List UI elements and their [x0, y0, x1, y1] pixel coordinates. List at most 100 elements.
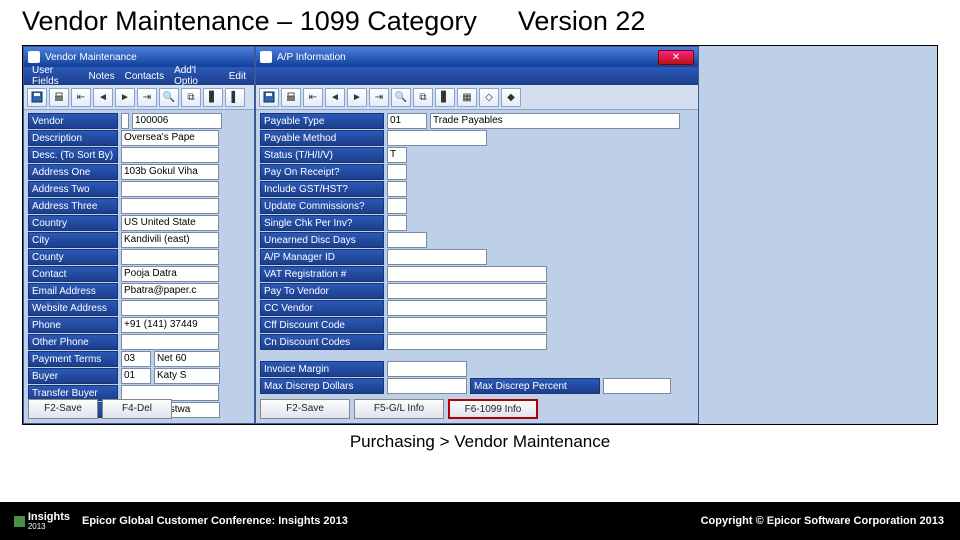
- vm-field[interactable]: Pbatra@paper.c: [121, 283, 219, 299]
- ap-field[interactable]: [387, 215, 407, 231]
- ap-col-icon[interactable]: ▋: [435, 88, 455, 107]
- vm-field[interactable]: Katy S: [154, 368, 220, 384]
- vm-field[interactable]: [121, 198, 219, 214]
- vm-menubar[interactable]: User Fields Notes Contacts Add'l Optio E…: [24, 67, 254, 85]
- conference-text: Epicor Global Customer Conference: Insig…: [70, 515, 701, 527]
- vm-field[interactable]: [121, 300, 219, 316]
- ap-field[interactable]: [387, 198, 407, 214]
- vm-titlebar[interactable]: Vendor Maintenance: [24, 47, 254, 67]
- f2-save-button-ap[interactable]: F2-Save: [260, 399, 350, 419]
- f5-gl-info-button[interactable]: F5-G/L Info: [354, 399, 444, 419]
- f2-save-button[interactable]: F2-Save: [28, 399, 98, 419]
- ap-field[interactable]: [387, 130, 487, 146]
- vm-label: Address Three: [28, 198, 118, 214]
- vm-label: County: [28, 249, 118, 265]
- menu-edit[interactable]: Edit: [225, 71, 250, 82]
- ap-last-icon[interactable]: ⇥: [369, 88, 389, 107]
- ap-field[interactable]: [603, 378, 671, 394]
- f4-del-button[interactable]: F4-Del: [102, 399, 172, 419]
- ap-label: Max Discrep Dollars: [260, 378, 384, 394]
- vm-field[interactable]: [121, 181, 219, 197]
- ap-copy-icon[interactable]: ⧉: [413, 88, 433, 107]
- menu-user-fields[interactable]: User Fields: [28, 65, 82, 87]
- ap-field[interactable]: [387, 378, 467, 394]
- ap-field[interactable]: [387, 334, 547, 350]
- close-icon[interactable]: ✕: [658, 50, 694, 65]
- logo-year: 2013: [28, 522, 70, 531]
- ap-titlebar[interactable]: A/P Information ✕: [256, 47, 698, 67]
- vm-field[interactable]: 01: [121, 368, 151, 384]
- search-icon[interactable]: 🔍: [159, 88, 179, 107]
- ap-first-icon[interactable]: ⇤: [303, 88, 323, 107]
- copy-icon[interactable]: ⧉: [181, 88, 201, 107]
- menu-addl-optio[interactable]: Add'l Optio: [170, 65, 223, 87]
- ap-search-icon[interactable]: 🔍: [391, 88, 411, 107]
- ap-field[interactable]: [387, 232, 427, 248]
- ap-field[interactable]: [387, 300, 547, 316]
- ap-field[interactable]: [387, 249, 487, 265]
- insights-logo: Insights 2013: [0, 511, 70, 531]
- vm-label: Contact: [28, 266, 118, 282]
- ap-prev-icon[interactable]: ◄: [325, 88, 345, 107]
- ap-save-icon[interactable]: [259, 88, 279, 107]
- ap-field[interactable]: [387, 164, 407, 180]
- vm-field[interactable]: 103b Gokul Viha: [121, 164, 219, 180]
- ap-label: Payable Type: [260, 113, 384, 129]
- vm-field[interactable]: US United State: [121, 215, 219, 231]
- ap-field[interactable]: [387, 181, 407, 197]
- ap-field[interactable]: [387, 266, 547, 282]
- ap-next-icon[interactable]: ►: [347, 88, 367, 107]
- last-icon[interactable]: ⇥: [137, 88, 157, 107]
- next-icon[interactable]: ►: [115, 88, 135, 107]
- vm-field[interactable]: [121, 147, 219, 163]
- ap-label: Cn Discount Codes: [260, 334, 384, 350]
- prev-icon[interactable]: ◄: [93, 88, 113, 107]
- vm-field[interactable]: +91 (141) 37449: [121, 317, 219, 333]
- ap-label: Cff Discount Code: [260, 317, 384, 333]
- vm-field[interactable]: Pooja Datra: [121, 266, 219, 282]
- f6-1099-info-button[interactable]: F6-1099 Info: [448, 399, 538, 419]
- vm-field[interactable]: [121, 249, 219, 265]
- vm-label: Other Phone: [28, 334, 118, 350]
- ap-calc-icon[interactable]: ▦: [457, 88, 477, 107]
- ap-field[interactable]: T: [387, 147, 407, 163]
- vm-field[interactable]: Net 60: [154, 351, 220, 367]
- vm-field[interactable]: 03: [121, 351, 151, 367]
- ap-extra2-icon[interactable]: ◆: [501, 88, 521, 107]
- ap-label: CC Vendor: [260, 300, 384, 316]
- ap-extra1-icon[interactable]: ◇: [479, 88, 499, 107]
- vm-label: Address One: [28, 164, 118, 180]
- extra2-icon[interactable]: ▌: [225, 88, 245, 107]
- vm-label: Buyer: [28, 368, 118, 384]
- vm-label: Phone: [28, 317, 118, 333]
- ap-label: VAT Registration #: [260, 266, 384, 282]
- menu-contacts[interactable]: Contacts: [121, 71, 168, 82]
- ap-label2: Max Discrep Percent: [470, 378, 600, 394]
- ap-label: Pay On Receipt?: [260, 164, 384, 180]
- menu-notes[interactable]: Notes: [84, 71, 118, 82]
- save-icon[interactable]: [27, 88, 47, 107]
- print-icon[interactable]: [49, 88, 69, 107]
- breadcrumb: Purchasing > Vendor Maintenance: [0, 432, 960, 452]
- ap-field[interactable]: [387, 283, 547, 299]
- ap-label: A/P Manager ID: [260, 249, 384, 265]
- first-icon[interactable]: ⇤: [71, 88, 91, 107]
- vm-label: Website Address: [28, 300, 118, 316]
- ap-field[interactable]: [387, 317, 547, 333]
- ap-label: Status (T/H/I/V): [260, 147, 384, 163]
- vm-field[interactable]: Kandivili (east): [121, 232, 219, 248]
- extra1-icon[interactable]: ▋: [203, 88, 223, 107]
- copyright-text: Copyright © Epicor Software Corporation …: [701, 515, 960, 527]
- ap-field[interactable]: [387, 361, 467, 377]
- vm-label: Desc. (To Sort By): [28, 147, 118, 163]
- vm-label: Country: [28, 215, 118, 231]
- ap-label: Unearned Disc Days: [260, 232, 384, 248]
- ap-print-icon[interactable]: [281, 88, 301, 107]
- vm-field[interactable]: [121, 113, 129, 129]
- vm-field[interactable]: [121, 334, 219, 350]
- vm-field[interactable]: 100006: [132, 113, 222, 129]
- ap-field[interactable]: 01: [387, 113, 427, 129]
- vm-label: City: [28, 232, 118, 248]
- vm-field[interactable]: Oversea's Pape: [121, 130, 219, 146]
- vm-label: Email Address: [28, 283, 118, 299]
